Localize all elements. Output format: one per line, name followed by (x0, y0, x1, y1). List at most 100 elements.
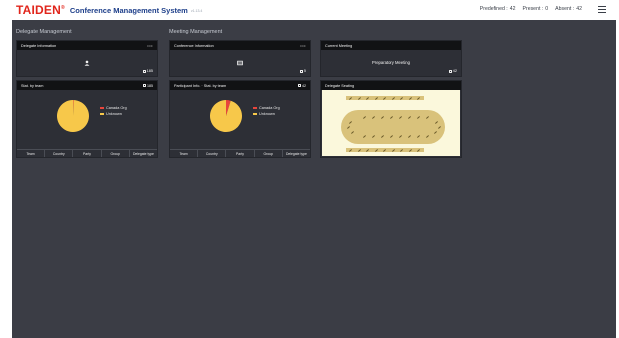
seat-marker[interactable] (426, 135, 429, 138)
predefined-stat: Predefined : 42 (479, 6, 516, 12)
current-meeting-panel[interactable]: Current Meeting Preparatory Meeting 42 (320, 40, 462, 77)
seat-marker[interactable] (383, 96, 386, 100)
stat-tabbar: Team Country Party Group Delegate type (170, 149, 310, 157)
seat-marker[interactable] (408, 148, 412, 152)
seat-marker[interactable] (391, 148, 395, 152)
legend-swatch (100, 107, 104, 109)
seat-marker[interactable] (435, 121, 438, 124)
dashboard: Delegate Management Meeting Management D… (12, 20, 616, 338)
seat-marker[interactable] (383, 148, 386, 152)
seat-marker[interactable] (400, 96, 403, 100)
team-count: 185 (143, 84, 153, 88)
seat-marker[interactable] (351, 131, 354, 134)
participant-count: 42 (298, 84, 306, 88)
meeting-name[interactable]: Preparatory Meeting (321, 60, 461, 65)
seat-marker[interactable] (374, 148, 378, 152)
seat-marker[interactable] (399, 116, 402, 119)
seat-marker[interactable] (349, 148, 352, 152)
seat-marker[interactable] (366, 96, 369, 100)
top-seat-row (346, 96, 424, 100)
legend-item: Unknown (253, 112, 280, 116)
panel-title: Delegate Seating (325, 83, 355, 88)
seat-marker[interactable] (366, 148, 369, 152)
app-version: v1.13.4 (190, 9, 203, 13)
tab-party[interactable]: Party (73, 150, 102, 157)
stat-tabbar: Team Country Party Group Delegate type (17, 149, 157, 157)
seat-marker[interactable] (408, 135, 411, 138)
seat-marker[interactable] (417, 135, 420, 138)
legend-item: Canada Org (100, 106, 127, 110)
tab-delegate-type[interactable]: Delegate type (283, 150, 310, 157)
panel-title: Stat. by team (21, 83, 44, 88)
seat-marker[interactable] (426, 116, 429, 119)
seat-marker[interactable] (438, 126, 441, 129)
legend-swatch (253, 107, 257, 109)
panel-title: Delegate Information (21, 43, 57, 48)
more-button[interactable]: ••• (300, 43, 306, 48)
seat-marker[interactable] (381, 135, 384, 138)
seat-marker[interactable] (347, 126, 350, 129)
tab-country[interactable]: Country (45, 150, 74, 157)
seat-marker[interactable] (399, 135, 402, 138)
delegate-seating-panel[interactable]: Delegate Seating (320, 80, 462, 158)
conference-information-panel[interactable]: Conference Information ••• 5 (169, 40, 311, 77)
seat-marker[interactable] (408, 116, 411, 119)
tab-country[interactable]: Country (198, 150, 227, 157)
bottom-seat-row (346, 148, 424, 152)
tab-team[interactable]: Team (17, 150, 46, 157)
list-icon (299, 69, 303, 73)
participant-pie-chart (210, 100, 242, 132)
legend-item: Unknown (100, 112, 127, 116)
delegate-count: 185 (142, 69, 153, 73)
pie-slice-unknown (57, 100, 89, 132)
list-icon (448, 69, 452, 73)
pie-slice-unknown (210, 100, 242, 132)
seat-marker[interactable] (372, 135, 375, 138)
pie-legend: Canada Org Unknown (100, 106, 127, 118)
attendance-stats: Predefined : 42 Present : 0 Absent : 42 (480, 6, 582, 12)
seat-marker[interactable] (357, 148, 361, 152)
seat-marker[interactable] (434, 131, 437, 134)
seating-map[interactable] (322, 90, 460, 156)
seat-marker[interactable] (363, 135, 366, 138)
tab-team[interactable]: Team (170, 150, 199, 157)
seat-marker[interactable] (417, 116, 420, 119)
meeting-management-title: Meeting Management (169, 29, 223, 35)
more-button[interactable]: ••• (147, 43, 153, 48)
app-header: TAIDEN® Conference Management System v1.… (12, 0, 616, 20)
meeting-delegate-count: 42 (448, 69, 457, 73)
present-stat: Present : 0 (522, 6, 549, 12)
tab-group[interactable]: Group (102, 150, 130, 157)
seat-marker[interactable] (357, 96, 361, 100)
tab-party[interactable]: Party (226, 150, 255, 157)
panel-title: Participant Info. · Stat. by team (174, 83, 227, 88)
stat-by-team-panel: Stat. by team 185 Canada Org Unknown Tea… (16, 80, 158, 158)
seat-marker[interactable] (391, 96, 395, 100)
seat-marker[interactable] (363, 116, 366, 119)
seat-marker[interactable] (372, 116, 375, 119)
absent-stat: Absent : 42 (555, 6, 582, 12)
app-title: Conference Management System (69, 5, 188, 15)
tab-delegate-type[interactable]: Delegate type (130, 150, 157, 157)
conference-count: 5 (299, 69, 306, 73)
tab-group[interactable]: Group (255, 150, 283, 157)
delegate-information-panel[interactable]: Delegate Information ••• 185 (16, 40, 158, 77)
seat-marker[interactable] (390, 116, 393, 119)
list-icon (298, 84, 301, 87)
conference-table (341, 110, 445, 144)
legend-item: Canada Org (253, 106, 280, 110)
hamburger-menu-icon[interactable] (598, 6, 606, 13)
user-icon (84, 60, 90, 68)
seat-marker[interactable] (417, 96, 420, 100)
list-icon (142, 69, 146, 73)
delegate-management-title: Delegate Management (16, 29, 72, 35)
seat-marker[interactable] (381, 116, 384, 119)
seat-marker[interactable] (400, 148, 403, 152)
seat-marker[interactable] (417, 148, 420, 152)
seat-marker[interactable] (408, 96, 412, 100)
list-icon (143, 84, 146, 87)
seat-marker[interactable] (374, 96, 378, 100)
seat-marker[interactable] (349, 96, 352, 100)
seat-marker[interactable] (390, 135, 393, 138)
seat-marker[interactable] (349, 121, 352, 124)
